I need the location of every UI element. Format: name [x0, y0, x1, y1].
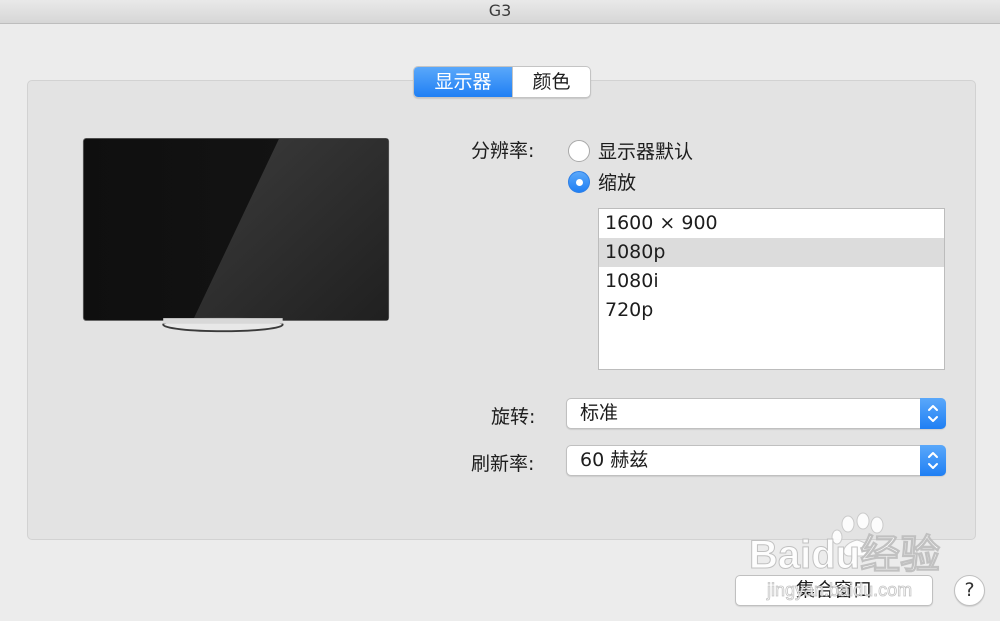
rotation-select[interactable]: 标准	[566, 398, 946, 429]
resolution-item-1080p[interactable]: 1080p	[599, 238, 944, 267]
tab-color[interactable]: 颜色	[512, 67, 590, 97]
resolution-list[interactable]: 1600 × 900 1080p 1080i 720p	[598, 208, 945, 370]
rotation-value: 标准	[580, 402, 619, 424]
radio-display-default-label: 显示器默认	[598, 141, 694, 163]
refresh-rate-select[interactable]: 60 赫兹	[566, 445, 946, 476]
refresh-rate-value: 60 赫兹	[580, 449, 649, 471]
rotation-stepper-icon	[920, 398, 946, 429]
resolution-label: 分辨率:	[471, 140, 535, 162]
help-button[interactable]: ?	[954, 575, 985, 606]
radio-display-default-button[interactable]	[568, 139, 590, 162]
display-preferences-window: G3 显示器 颜色 分辨率: 显示器默认 缩放 1600 × 900 1080p…	[0, 0, 1000, 621]
radio-display-default[interactable]: 显示器默认	[568, 137, 693, 164]
refresh-rate-label: 刷新率:	[471, 453, 535, 475]
gather-windows-button[interactable]: 集合窗口	[735, 575, 933, 606]
radio-scaled-label: 缩放	[598, 172, 637, 194]
tab-display[interactable]: 显示器	[414, 67, 512, 97]
tab-bar: 显示器 颜色	[413, 66, 591, 98]
radio-scaled-button[interactable]	[568, 170, 590, 193]
resolution-item-720p[interactable]: 720p	[599, 296, 944, 325]
resolution-item-1080i[interactable]: 1080i	[599, 267, 944, 296]
resolution-item-1600x900[interactable]: 1600 × 900	[599, 209, 944, 238]
window-title: G3	[0, 0, 1000, 24]
radio-scaled[interactable]: 缩放	[568, 168, 636, 195]
monitor-image	[82, 138, 390, 333]
refresh-rate-stepper-icon	[920, 445, 946, 476]
rotation-label: 旋转:	[491, 406, 536, 428]
